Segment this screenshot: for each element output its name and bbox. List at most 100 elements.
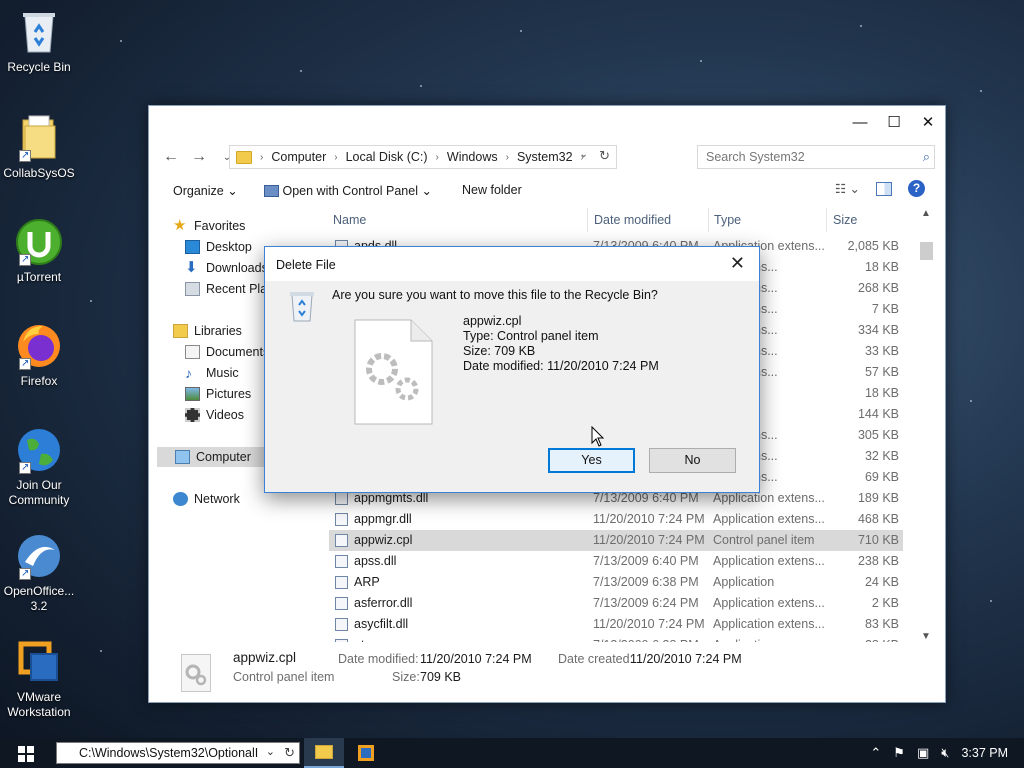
taskbar-address-input[interactable]: C:\Windows\System32\OptionalI ⌄ ↻ [56,742,300,764]
nav-recent-places[interactable]: Recent Plac [185,279,273,299]
column-name[interactable]: Name [333,213,366,227]
file-date: 7/13/2009 6:40 PM [593,554,699,568]
file-info: appwiz.cpl Type: Control panel item Size… [463,314,659,374]
search-input[interactable]: Search System32 ⌕ [697,145,935,169]
dialog-titlebar: Delete File ✕ [265,247,759,281]
breadcrumb-windows[interactable]: Windows [447,150,498,164]
breadcrumb-system32[interactable]: System32 [517,150,573,164]
breadcrumb-local-disk[interactable]: Local Disk (C:) [346,150,428,164]
file-type: Application extens... [713,596,825,610]
file-date: 11/20/2010 7:24 PM [593,617,705,631]
clock[interactable]: 3:37 PM [961,746,1008,760]
details-pane: appwiz.cpl Control panel item Date modif… [149,642,945,702]
chevron-down-icon[interactable]: ⌄ [262,745,275,758]
details-file-type: Control panel item [233,670,335,684]
volume-muted-icon[interactable]: 🔇︎ [941,745,949,761]
file-size: 189 KB [857,491,899,505]
nav-pictures[interactable]: Pictures [185,384,251,404]
minimize-icon[interactable]: — [843,106,877,138]
file-size: 18 KB [864,386,899,400]
nav-favorites[interactable]: ★ Favorites [173,216,245,236]
file-size: 334 KB [857,323,899,337]
taskbar-app-vmware[interactable] [346,738,386,768]
close-icon[interactable]: ✕ [730,253,745,274]
search-icon[interactable]: ⌕ [923,149,930,165]
details-date-modified: 11/20/2010 7:24 PM [420,652,532,666]
preview-pane-icon[interactable] [876,181,892,196]
chevron-up-icon[interactable]: ⌃ [870,745,881,761]
file-date: 7/13/2009 6:40 PM [593,491,699,505]
nav-music[interactable]: ♪ Music [185,363,239,383]
help-icon[interactable]: ? [908,180,925,197]
yes-button[interactable]: Yes [548,448,635,473]
nav-documents[interactable]: Documents [185,342,269,362]
desktop-icon-join-community[interactable]: Join Our Community [2,426,76,508]
column-size[interactable]: Size [833,213,857,227]
desktop-icon-collabsysos[interactable]: CollabSysOS [2,114,76,181]
desktop-icon-utorrent[interactable]: µTorrent [2,218,76,285]
table-row[interactable]: appmgr.dll 11/20/2010 7:24 PM Application … [329,509,903,530]
column-divider[interactable] [708,208,709,232]
table-row[interactable]: apss.dll 7/13/2009 6:40 PM Application ext… [329,551,903,572]
vmware-icon [358,745,374,761]
taskbar-app-explorer[interactable] [304,738,344,768]
windows-start-icon[interactable] [18,746,34,762]
column-divider[interactable] [826,208,827,232]
address-bar[interactable]: › Computer › Local Disk (C:) › Windows ›… [229,145,617,169]
recycle-bin-icon [287,289,317,323]
refresh-icon[interactable]: ↻ [599,148,610,164]
desktop-icon-label: VMware Workstation [7,690,71,719]
back-arrow-icon[interactable]: ← [157,148,185,166]
network-warning-icon[interactable]: ▣ [917,745,929,761]
breadcrumb-separator-icon[interactable]: › [334,152,337,163]
chevron-down-icon[interactable]: ⌄ [580,149,588,160]
open-with-button[interactable]: Open with Control Panel ⌄ [264,183,432,198]
scroll-down-icon[interactable]: ▼ [921,631,931,642]
column-divider[interactable] [587,208,588,232]
column-type[interactable]: Type [714,213,741,227]
forward-arrow-icon[interactable]: → [185,148,213,166]
view-options-icon[interactable]: ☷ ⌄ [835,181,860,196]
table-row[interactable]: asferror.dll 7/13/2009 6:24 PM Application… [329,593,903,614]
nav-desktop[interactable]: Desktop [185,237,252,257]
desktop-icon-vmware[interactable]: VMware Workstation [2,638,76,720]
scroll-up-icon[interactable]: ▲ [921,208,931,219]
nav-libraries[interactable]: Libraries [173,321,242,341]
nav-label: Documents [206,345,270,359]
shortcut-arrow-icon [19,148,31,163]
file-icon [335,555,348,568]
table-row[interactable]: ARP 7/13/2009 6:38 PM Application 24 KB [329,572,903,593]
file-size: 32 KB [864,449,899,463]
table-row[interactable]: at7/13/2009 6:38 PMApplication28 KB [329,635,903,642]
column-date-modified[interactable]: Date modified [594,213,671,227]
new-folder-button[interactable]: New folder [462,183,522,197]
breadcrumb-separator-icon[interactable]: › [436,152,439,163]
desktop-icon-firefox[interactable]: Firefox [2,322,76,389]
file-size: 710 KB [857,533,899,547]
flag-icon[interactable]: ⚑ [893,745,905,761]
desktop-icon-openoffice[interactable]: OpenOffice... 3.2 [2,532,76,614]
film-icon [185,408,200,422]
desktop-icon-recycle-bin[interactable]: Recycle Bin [2,8,76,75]
vertical-scrollbar[interactable]: ▲ ▼ [918,206,935,642]
close-icon[interactable]: ✕ [911,106,945,138]
nav-videos[interactable]: Videos [185,405,244,425]
breadcrumb-separator-icon[interactable]: › [260,152,263,163]
breadcrumb-separator-icon[interactable]: › [506,152,509,163]
file-name: ARP [354,575,380,589]
desktop-icon-label: Firefox [20,374,58,388]
address-row: ← → ⌄ › Computer › Local Disk (C:) › Win… [157,144,935,170]
organize-button[interactable]: Organize ⌄ [173,183,238,198]
file-preview-icon [354,319,433,425]
nav-downloads[interactable]: ⬇ Downloads [185,258,268,278]
maximize-icon[interactable]: ☐ [877,106,911,138]
table-row[interactable]: asycfilt.dll 11/20/2010 7:24 PM Applicatio… [329,614,903,635]
breadcrumb-computer[interactable]: Computer [271,150,326,164]
no-button[interactable]: No [649,448,736,473]
scroll-thumb[interactable] [920,242,933,260]
nav-label: Music [206,366,239,380]
open-with-label: Open with Control Panel [282,184,418,198]
refresh-icon[interactable]: ↻ [284,745,295,761]
nav-network[interactable]: Network [173,489,240,509]
table-row[interactable]: appwiz.cpl 11/20/2010 7:24 PM Control pane… [329,530,903,551]
